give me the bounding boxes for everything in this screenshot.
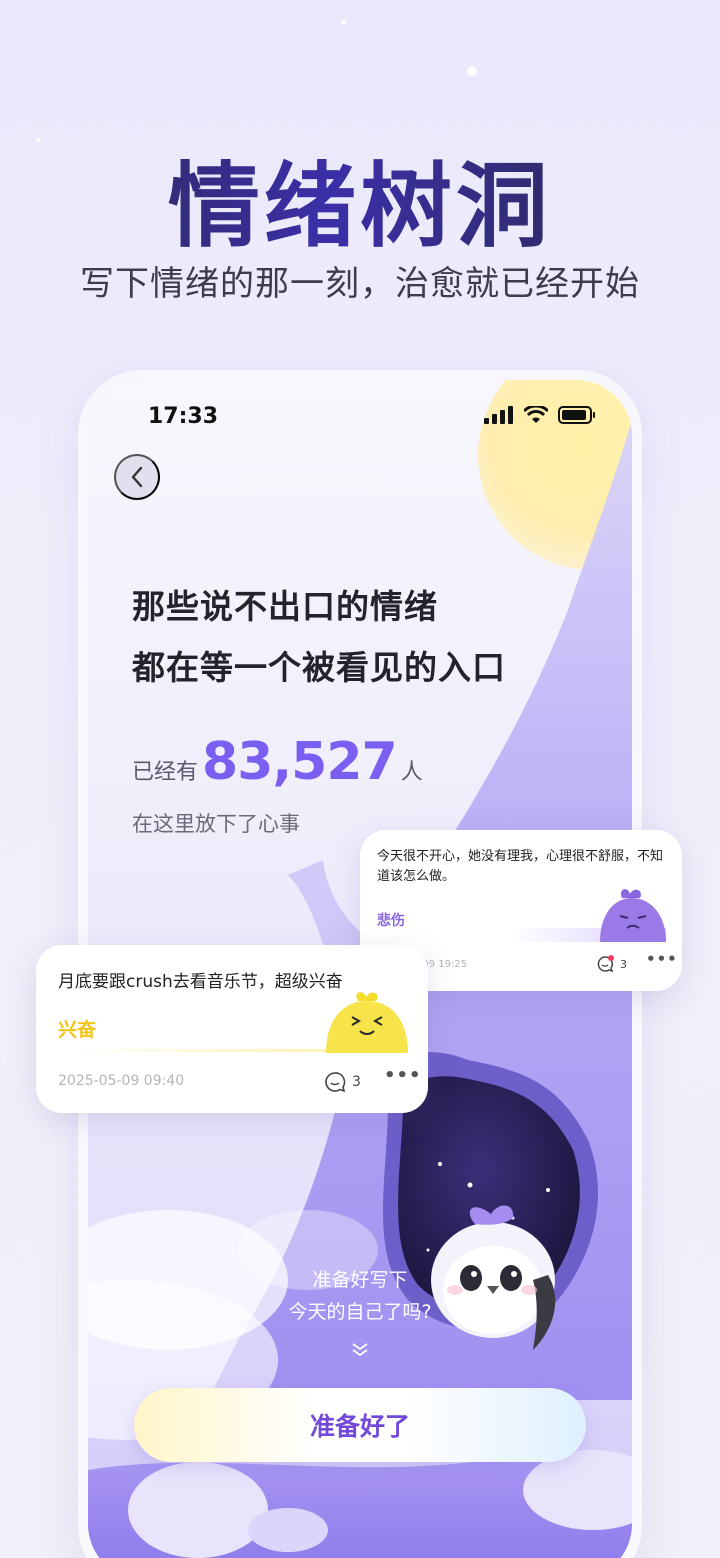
card-text: 月底要跟crush去看音乐节，超级兴奋 <box>58 972 343 992</box>
star-decoration <box>341 20 346 25</box>
excited-mood-icon <box>326 992 408 1053</box>
chevron-left-icon <box>131 466 143 488</box>
status-time: 17:33 <box>148 404 219 429</box>
ready-button[interactable]: 准备好了 <box>134 1388 586 1462</box>
stats-prefix: 已经有 <box>132 760 199 785</box>
star-decoration <box>467 66 477 76</box>
wifi-icon <box>524 406 548 423</box>
comment-count: 3 <box>352 1074 361 1090</box>
stats-suffix: 人 <box>400 760 423 785</box>
card-text: 今天很不开心，她没有理我，心理很不舒服，不知道该怎么做。 <box>377 849 664 884</box>
prompt-line-1: 准备好写下 <box>312 1269 408 1291</box>
comment-icon <box>597 955 614 973</box>
mood-card[interactable]: 月底要跟crush去看音乐节，超级兴奋 兴奋 2025-05-09 09:40 … <box>36 945 428 1113</box>
hero-title: 情绪树洞 <box>0 132 720 265</box>
comment-button[interactable]: 3 <box>324 1071 361 1093</box>
more-icon[interactable]: ••• <box>384 1065 422 1086</box>
comment-button[interactable]: 3 <box>596 955 627 973</box>
battery-icon <box>558 406 595 424</box>
hero-subtitle: 写下情绪的那一刻，治愈就已经开始 <box>80 264 640 304</box>
card-date: 2025-05-09 09:40 <box>58 1073 185 1089</box>
write-prompt: 准备好写下 今天的自己了吗? <box>88 1264 632 1328</box>
more-icon[interactable]: ••• <box>646 950 678 968</box>
back-button[interactable] <box>114 454 160 500</box>
stats-row: 已经有 83,527 人 <box>132 732 423 792</box>
mood-label: 兴奋 <box>58 1019 97 1041</box>
headline-line-2: 都在等一个被看见的入口 <box>132 648 506 687</box>
status-icons <box>484 406 596 424</box>
stats-number: 83,527 <box>202 732 398 792</box>
mood-label: 悲伤 <box>377 913 405 929</box>
comment-count: 3 <box>620 957 627 971</box>
sad-mood-icon <box>600 889 666 942</box>
headline-line-1: 那些说不出口的情绪 <box>132 587 438 626</box>
comment-icon <box>325 1072 346 1093</box>
prompt-line-2: 今天的自己了吗? <box>288 1301 432 1323</box>
headline: 那些说不出口的情绪 都在等一个被看见的入口 <box>132 576 506 698</box>
stats-caption: 在这里放下了心事 <box>132 812 300 836</box>
double-chevron-down-icon <box>352 1343 368 1357</box>
signal-icon <box>484 406 513 424</box>
